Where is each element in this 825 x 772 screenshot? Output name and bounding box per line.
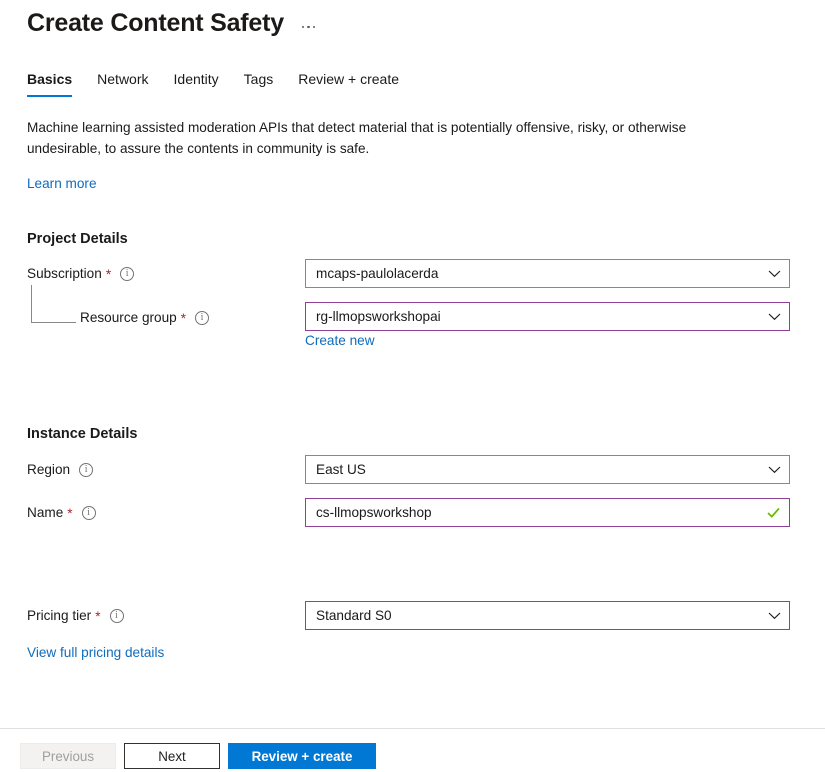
view-full-pricing-details-link[interactable]: View full pricing details — [27, 645, 164, 660]
subscription-dropdown[interactable]: mcaps-paulolacerda — [305, 259, 790, 288]
create-content-safety-blade: Create Content Safety Basics Network Ide… — [0, 0, 825, 772]
subscription-label-text: Subscription — [27, 265, 102, 283]
info-icon[interactable]: i — [120, 267, 134, 281]
wizard-footer: Previous Next Review + create — [20, 743, 376, 769]
page-title: Create Content Safety — [27, 8, 284, 38]
resource-group-value: rg-llmopsworkshopai — [316, 309, 762, 324]
required-asterisk: * — [95, 611, 100, 623]
subscription-value: mcaps-paulolacerda — [316, 266, 762, 281]
resource-group-label: Resource group * i — [80, 309, 209, 327]
region-label: Region i — [27, 461, 93, 479]
previous-button[interactable]: Previous — [20, 743, 116, 769]
chevron-down-icon — [768, 463, 781, 476]
chevron-down-icon — [768, 609, 781, 622]
subscription-label: Subscription * i — [27, 265, 134, 283]
required-asterisk: * — [67, 508, 72, 520]
resource-group-dropdown[interactable]: rg-llmopsworkshopai — [305, 302, 790, 331]
name-input[interactable]: cs-llmopsworkshop — [305, 498, 790, 527]
info-icon[interactable]: i — [195, 311, 209, 325]
tab-review-create[interactable]: Review + create — [298, 70, 415, 97]
wizard-tabs: Basics Network Identity Tags Review + cr… — [27, 70, 424, 97]
resource-group-label-text: Resource group — [80, 309, 177, 327]
required-asterisk: * — [181, 313, 186, 325]
name-label: Name * i — [27, 504, 96, 522]
pricing-tier-dropdown[interactable]: Standard S0 — [305, 601, 790, 630]
section-title-project-details: Project Details — [27, 231, 128, 247]
review-create-button[interactable]: Review + create — [228, 743, 376, 769]
info-icon[interactable]: i — [79, 463, 93, 477]
section-title-instance-details: Instance Details — [27, 426, 137, 442]
pricing-tier-value: Standard S0 — [316, 608, 762, 623]
required-asterisk: * — [106, 269, 111, 281]
region-value: East US — [316, 462, 762, 477]
tab-network[interactable]: Network — [97, 70, 164, 97]
pricing-tier-label: Pricing tier * i — [27, 607, 124, 625]
learn-more-link[interactable]: Learn more — [27, 176, 97, 191]
name-value: cs-llmopsworkshop — [316, 505, 760, 520]
region-dropdown[interactable]: East US — [305, 455, 790, 484]
checkmark-icon — [766, 505, 781, 520]
info-icon[interactable]: i — [110, 609, 124, 623]
name-label-text: Name — [27, 504, 63, 522]
info-icon[interactable]: i — [82, 506, 96, 520]
create-new-resource-group-link[interactable]: Create new — [305, 333, 375, 348]
chevron-down-icon — [768, 267, 781, 280]
ellipsis-icon[interactable] — [300, 22, 318, 33]
tab-identity[interactable]: Identity — [174, 70, 235, 97]
resource-group-tree-connector — [31, 285, 76, 323]
footer-divider — [0, 728, 825, 729]
next-button[interactable]: Next — [124, 743, 220, 769]
chevron-down-icon — [768, 310, 781, 323]
tab-basics[interactable]: Basics — [27, 70, 88, 97]
blade-header: Create Content Safety — [0, 0, 825, 38]
tab-tags[interactable]: Tags — [244, 70, 290, 97]
region-label-text: Region — [27, 461, 70, 479]
blade-description: Machine learning assisted moderation API… — [27, 117, 739, 159]
pricing-tier-label-text: Pricing tier — [27, 607, 91, 625]
